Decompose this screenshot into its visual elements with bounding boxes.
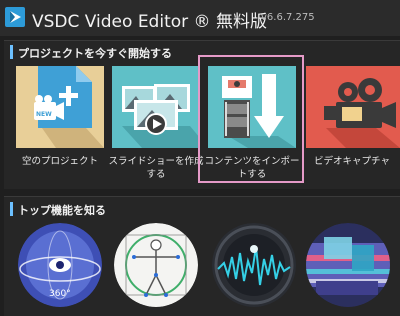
slideshow-tile[interactable] bbox=[112, 66, 200, 148]
section-accent-bar bbox=[10, 202, 13, 216]
video-capture-label: ビデオキャプチャ bbox=[314, 156, 390, 167]
slideshow-icon bbox=[112, 66, 200, 148]
import-content-tile[interactable] bbox=[208, 66, 296, 148]
video-effects-icon bbox=[306, 223, 390, 307]
edition-label: 無料版 bbox=[215, 12, 267, 32]
features-section-title: トップ機能を知る bbox=[18, 204, 106, 217]
version-label: v6.6.7.275 bbox=[261, 12, 315, 23]
feature-audio-waveform[interactable] bbox=[212, 223, 296, 307]
section-accent-bar bbox=[10, 45, 13, 59]
import-content-label: コンテンツをインポートする bbox=[204, 156, 300, 180]
new-project-icon: NEW bbox=[16, 66, 104, 148]
video-capture-icon bbox=[306, 66, 400, 148]
360-badge: 360° bbox=[49, 289, 71, 299]
video-capture-tile[interactable] bbox=[306, 66, 400, 148]
feature-video-effects[interactable] bbox=[306, 223, 390, 307]
feature-motion-tracking[interactable] bbox=[114, 223, 198, 307]
slideshow-label: スライドショーを作成する bbox=[108, 156, 204, 180]
features-section-header: トップ機能を知る bbox=[10, 200, 400, 220]
import-content-icon bbox=[208, 66, 296, 148]
app-title: VSDC Video Editor ® 無料版 bbox=[32, 7, 267, 32]
app-name: VSDC Video Editor bbox=[32, 12, 189, 32]
new-badge: NEW bbox=[36, 111, 52, 118]
vsdc-logo-icon bbox=[5, 7, 25, 27]
empty-project-label: 空のプロジェクト bbox=[21, 156, 98, 167]
empty-project-tile[interactable]: NEW bbox=[16, 66, 104, 148]
title-bar: VSDC Video Editor ® 無料版 v6.6.7.275 bbox=[0, 0, 400, 36]
start-section-title: プロジェクトを今すぐ開始する bbox=[18, 47, 172, 60]
registered-mark: ® bbox=[193, 12, 211, 32]
audio-waveform-icon bbox=[212, 223, 296, 307]
motion-tracking-icon bbox=[114, 223, 198, 307]
